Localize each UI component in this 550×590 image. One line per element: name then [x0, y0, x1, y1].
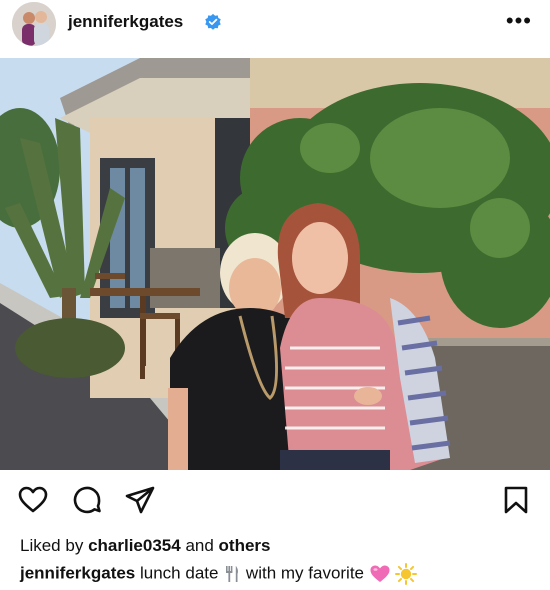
heart-icon[interactable]	[17, 484, 49, 516]
pink-heart-icon	[370, 565, 390, 582]
post-username[interactable]: jenniferkgates	[68, 12, 183, 32]
post-image[interactable]	[0, 58, 550, 470]
sun-icon	[395, 563, 418, 585]
likes-prefix: Liked by	[20, 536, 84, 555]
send-icon[interactable]	[124, 484, 156, 516]
comment-icon[interactable]	[71, 484, 103, 516]
post-caption: jenniferkgates lunch date with my favori…	[20, 563, 418, 585]
liked-by-user-link[interactable]: charlie0354	[88, 536, 181, 555]
bookmark-icon[interactable]	[500, 484, 532, 516]
likes-summary: Liked by charlie0354 and others	[20, 536, 271, 556]
post-action-bar	[0, 480, 550, 520]
caption-username[interactable]: jenniferkgates	[20, 563, 135, 582]
caption-text-2: with my favorite	[245, 563, 365, 583]
avatar[interactable]	[12, 2, 56, 46]
likes-middle: and	[185, 536, 214, 555]
caption-text-1: lunch date	[140, 563, 219, 583]
fork-knife-icon	[226, 566, 239, 582]
post-header: jenniferkgates •••	[0, 0, 550, 52]
liked-by-others-link[interactable]: others	[219, 536, 271, 555]
verified-badge-icon	[205, 13, 221, 30]
more-horizontal-icon[interactable]: •••	[506, 10, 532, 32]
